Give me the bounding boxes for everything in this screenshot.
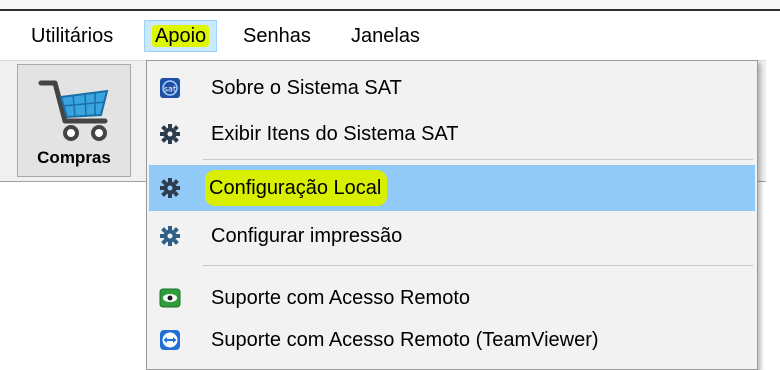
menu-item-suporte-teamviewer[interactable]: Suporte com Acesso Remoto (TeamViewer) <box>149 317 755 363</box>
menu-senhas[interactable]: Senhas <box>236 20 318 52</box>
menu-apoio-label: Apoio <box>152 25 210 47</box>
menu-item-label: Configuração Local <box>205 170 388 206</box>
remote-eye-icon <box>159 288 181 308</box>
compras-label: Compras <box>37 148 111 167</box>
apoio-dropdown-menu: sat Sobre o Sistema SAT Exibir Itens do … <box>146 60 758 370</box>
menu-utilitarios[interactable]: Utilitários <box>24 20 120 52</box>
menu-separator <box>203 159 753 160</box>
menu-item-configuracao-local[interactable]: Configuração Local <box>149 165 755 211</box>
menu-apoio[interactable]: Apoio <box>144 20 218 52</box>
menu-item-label: Exibir Itens do Sistema SAT <box>211 123 459 145</box>
gear-icon <box>160 226 180 246</box>
menu-item-suporte-acesso-remoto[interactable]: Suporte com Acesso Remoto <box>149 275 755 321</box>
menu-item-configurar-impressao[interactable]: Configurar impressão <box>149 213 755 259</box>
svg-text:sat: sat <box>164 85 176 94</box>
menu-item-exibir-itens[interactable]: Exibir Itens do Sistema SAT <box>149 111 755 157</box>
menu-item-label: Sobre o Sistema SAT <box>211 77 402 99</box>
menu-bar: Utilitários Apoio Senhas Janelas <box>0 11 780 60</box>
teamviewer-icon <box>160 330 180 350</box>
menu-item-label: Suporte com Acesso Remoto (TeamViewer) <box>211 329 599 351</box>
gear-icon <box>160 178 180 198</box>
sat-logo-icon: sat <box>160 78 180 98</box>
menu-item-sobre-sistema-sat[interactable]: sat Sobre o Sistema SAT <box>149 65 755 111</box>
gear-icon <box>160 124 180 144</box>
window-right-edge <box>766 60 780 363</box>
menu-item-label: Suporte com Acesso Remoto <box>211 287 471 309</box>
shopping-cart-icon <box>38 80 109 141</box>
compras-button[interactable]: Compras <box>17 64 131 177</box>
menu-separator <box>203 265 753 266</box>
menu-item-label: Configurar impressão <box>211 225 403 247</box>
window-top-border <box>0 0 780 11</box>
menu-janelas[interactable]: Janelas <box>344 20 427 52</box>
